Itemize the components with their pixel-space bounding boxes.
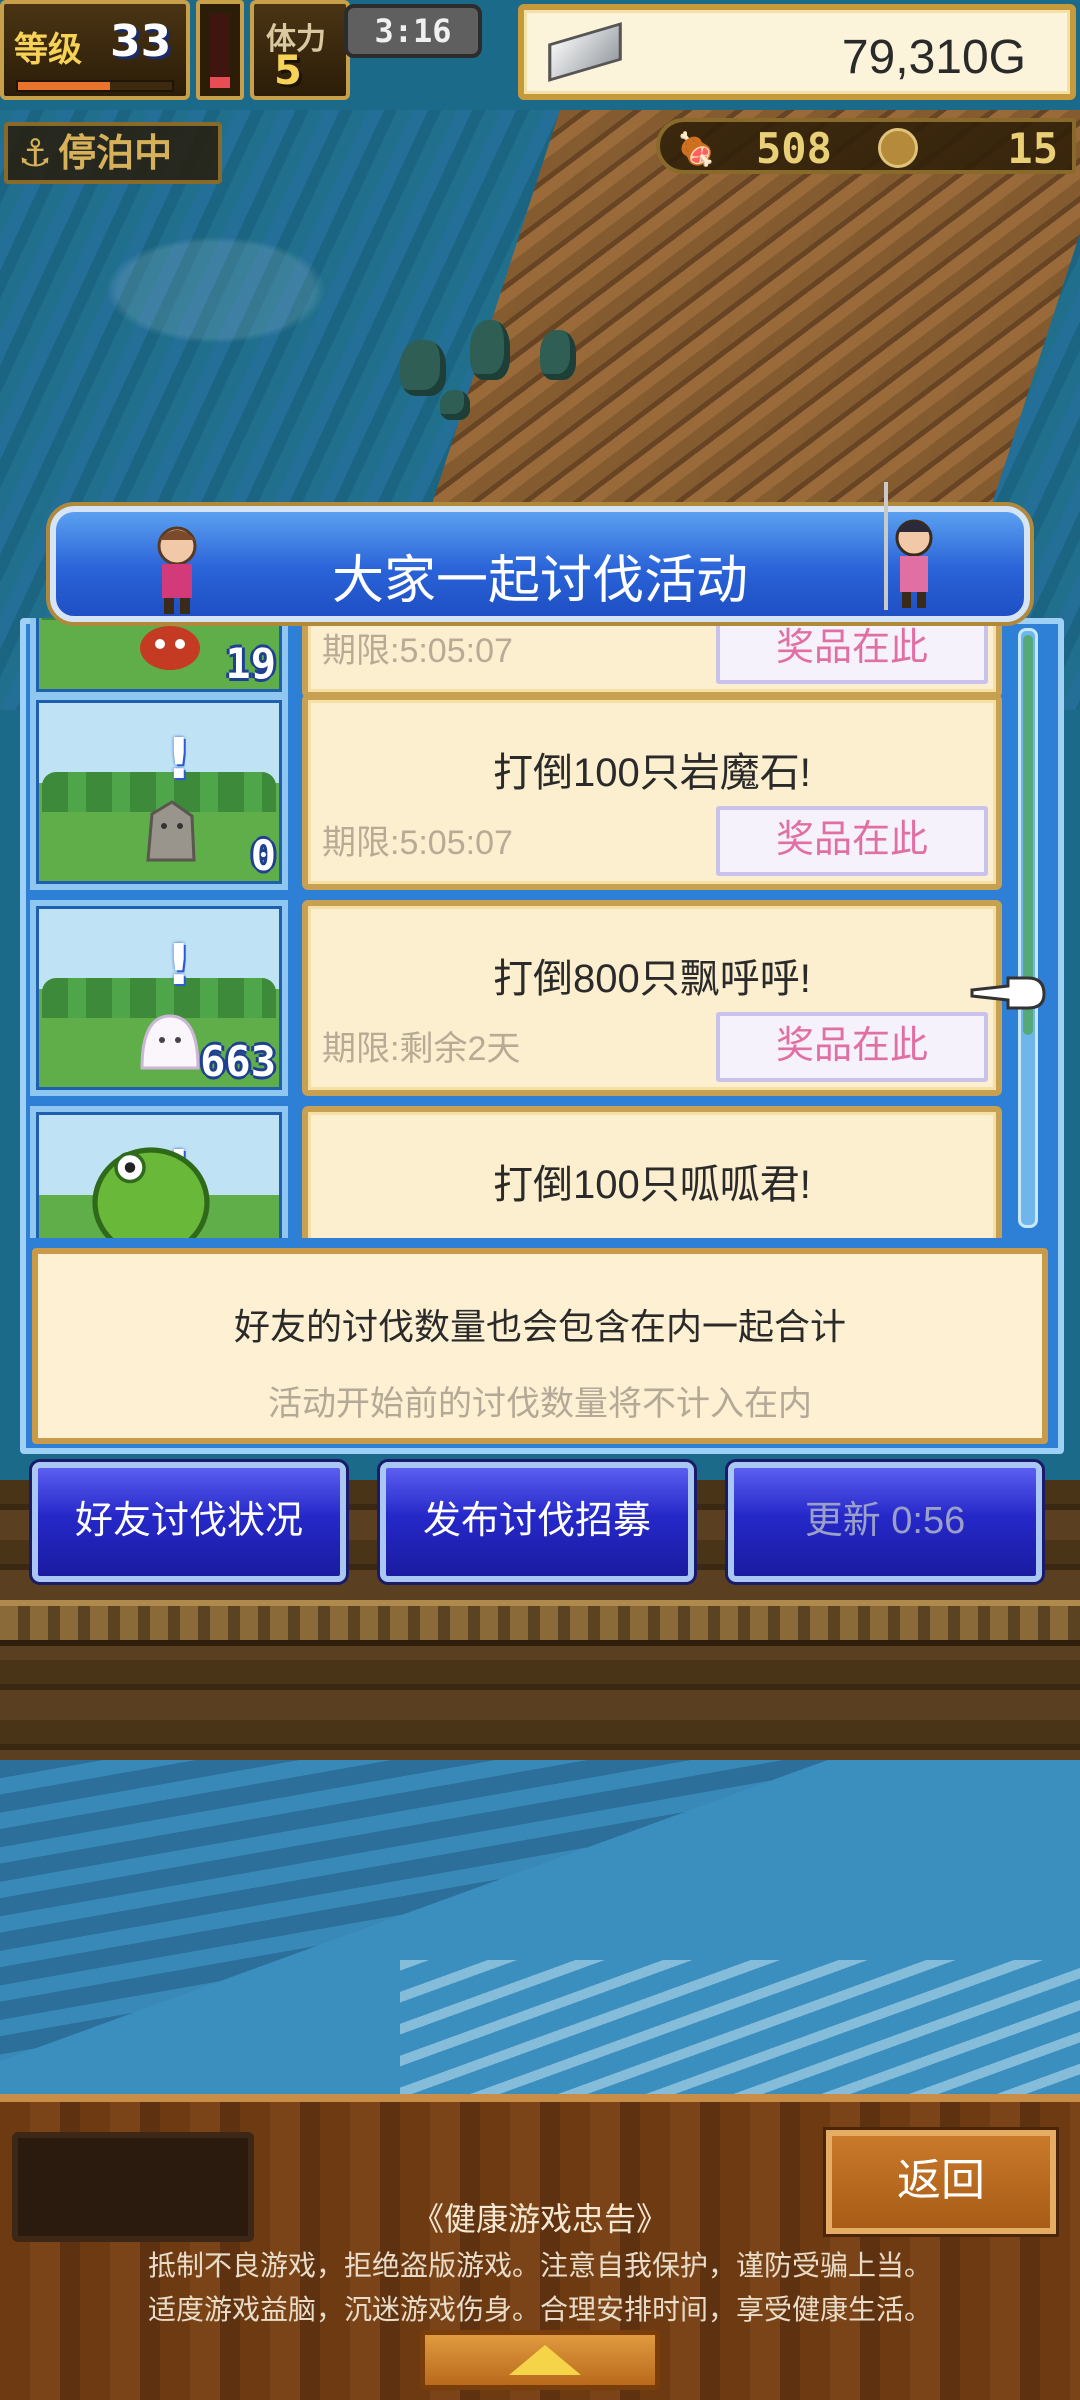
task-deadline: 期限:5:05:07 <box>322 824 513 862</box>
advisory-line-2: 适度游戏益脑，沉迷游戏伤身。合理安排时间，享受健康生活。 <box>147 2294 932 2325</box>
exclamation-icon: ! <box>166 933 192 998</box>
level-label: 等级 <box>14 30 82 70</box>
exp-bar <box>16 80 174 92</box>
gold-amount: 79,310G <box>841 31 1026 84</box>
note-main-text: 好友的讨伐数量也会包含在内一起合计 <box>233 1306 846 1347</box>
task-deadline: 期限:剩余2天 <box>322 1030 521 1068</box>
stamina-gauge <box>196 0 244 100</box>
status-text: 停泊中 <box>58 131 173 175</box>
task-list[interactable]: 19 期限:5:05:07 奖品在此 ! 0 打倒100只岩魔石! 期限:5:0… <box>30 618 1010 1238</box>
sea-rock <box>540 330 576 380</box>
task-goal: 打倒100只呱呱君! <box>493 1163 811 1207</box>
medal-icon <box>878 128 918 168</box>
defeat-count: 19 <box>225 639 276 688</box>
red-monster-icon <box>140 626 200 670</box>
event-title-banner: 大家一起讨伐活动 <box>50 482 1030 622</box>
sea-rock <box>470 320 510 380</box>
task-thumbnail: ! 0 <box>30 694 288 890</box>
task-deadline: 期限:5:05:07 <box>322 632 513 670</box>
anchor-icon: ⚓ <box>18 131 53 175</box>
clock-display: 3:16 <box>344 4 482 58</box>
stamina-panel: 体力 5 <box>250 0 350 100</box>
post-recruit-button[interactable]: 发布讨伐招募 <box>380 1462 694 1582</box>
advisory-title: 《健康游戏忠告》 <box>411 2201 668 2237</box>
hand-pointer-icon <box>970 976 1046 1010</box>
sea-rock <box>440 390 470 420</box>
advisory-line-1: 抵制不良游戏，拒绝盗版游戏。注意自我保护，谨防受骗上当。 <box>147 2250 932 2281</box>
task-card: 打倒100只呱呱君! <box>302 1106 1002 1238</box>
prize-button[interactable]: 奖品在此 <box>716 618 988 684</box>
refresh-button[interactable]: 更新 0:56 <box>728 1462 1042 1582</box>
defeat-count: 0 <box>250 831 276 880</box>
expand-menu-button[interactable] <box>420 2330 660 2390</box>
level-panel: 等级 33 <box>0 0 190 100</box>
stamina-value: 5 <box>274 48 302 94</box>
prize-button[interactable]: 奖品在此 <box>716 806 988 876</box>
food-count: 508 <box>756 124 832 173</box>
task-row: ! 0 打倒100只岩魔石! 期限:5:05:07 奖品在此 <box>30 690 1010 890</box>
note-sub-text: 活动开始前的讨伐数量将不计入在内 <box>268 1385 812 1423</box>
task-thumbnail: 19 <box>30 618 288 698</box>
friends-status-button[interactable]: 好友讨伐状况 <box>32 1462 346 1582</box>
guard-character-icon <box>884 482 933 610</box>
task-card: 期限:5:05:07 奖品在此 <box>302 618 1002 698</box>
task-card: 打倒100只岩魔石! 期限:5:05:07 奖品在此 <box>302 694 1002 890</box>
silver-bar-icon <box>548 22 622 82</box>
task-row: 19 期限:5:05:07 奖品在此 <box>30 618 1010 698</box>
task-goal: 打倒100只岩魔石! <box>493 751 811 795</box>
event-note: 好友的讨伐数量也会包含在内一起合计 活动开始前的讨伐数量将不计入在内 <box>32 1248 1048 1444</box>
medal-count: 15 <box>1007 124 1058 173</box>
prize-button[interactable]: 奖品在此 <box>716 1012 988 1082</box>
up-arrow-icon <box>509 2345 581 2375</box>
port-status: ⚓ 停泊中 <box>4 122 222 184</box>
task-thumbnail: ! 663 <box>30 900 288 1096</box>
gold-panel: 79,310G <box>518 4 1076 100</box>
task-thumbnail: ! <box>30 1106 288 1238</box>
level-value: 33 <box>110 16 172 67</box>
rock-golem-icon <box>146 800 196 862</box>
defeat-count: 663 <box>200 1037 276 1086</box>
sea-foam <box>400 1960 1080 2100</box>
food-icon: 🍖 <box>676 130 716 168</box>
resource-bar: 🍖 508 15 <box>656 118 1076 174</box>
footer-bar: 返回 《健康游戏忠告》 抵制不良游戏，拒绝盗版游戏。注意自我保护，谨防受骗上当。… <box>0 2094 1080 2400</box>
task-row: ! 打倒100只呱呱君! <box>30 1102 1010 1238</box>
frog-icon <box>92 1147 210 1238</box>
task-card: 打倒800只飘呼呼! 期限:剩余2天 奖品在此 <box>302 900 1002 1096</box>
list-scrollbar[interactable] <box>1018 628 1038 1228</box>
ship-rail <box>0 1600 1080 1646</box>
task-goal: 打倒800只飘呼呼! <box>493 957 811 1001</box>
exclamation-icon: ! <box>166 727 192 792</box>
task-row: ! 663 打倒800只飘呼呼! 期限:剩余2天 奖品在此 <box>30 896 1010 1096</box>
sea-rock <box>400 340 446 396</box>
